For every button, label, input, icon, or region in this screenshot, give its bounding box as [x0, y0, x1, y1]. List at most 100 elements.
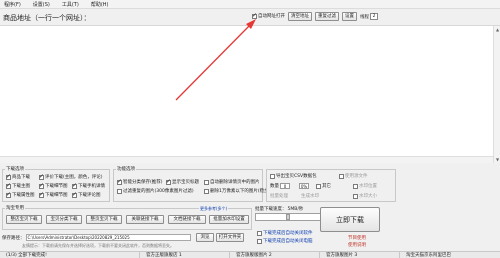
option-attribute-image[interactable]: 下载属性图 [6, 191, 35, 198]
slider-thumb[interactable] [286, 214, 290, 220]
option-checkbox[interactable] [39, 191, 44, 198]
batch-watermark-row: 批量处理 生成水印 [270, 193, 319, 199]
use-source-checkbox[interactable]: 使用源文件 [339, 173, 368, 179]
auto-close-software-checkbox[interactable]: 下载完成后自动关闭软件 [257, 230, 313, 236]
scroll-down-icon[interactable]: ▼ [495, 157, 500, 162]
func-delete-detail-images[interactable]: 自动删除详情页中的图片 [204, 179, 260, 185]
start-download-button[interactable]: 立即下载 [320, 207, 380, 232]
instructions-link[interactable]: 使用说明 [348, 242, 366, 248]
remove-duplicate-button[interactable]: 重复过滤 [315, 12, 339, 21]
menu-settings[interactable]: 设置(S) [33, 1, 50, 8]
batch-process-label: 批量处理 [270, 194, 288, 199]
func-checkbox[interactable] [117, 188, 122, 194]
percent-input[interactable]: 0% [299, 183, 309, 189]
shop-download-button[interactable]: 整店宝贝下载 [6, 215, 42, 224]
option-checkbox[interactable] [6, 182, 11, 189]
export-options-panel: 导出宝贝CSV数据包 使用源文件 数量 0 0% 其它 批量处理 生成水印 水印… [266, 169, 396, 202]
status-link-2[interactable]: 官方旗舰版图片 2 [230, 252, 320, 258]
func-filter-duplicates[interactable]: 过滤重复的图片(300像素图片过滤) [117, 188, 194, 194]
save-path-input[interactable]: C:\Users\Administrator\Desktop\20220829_… [25, 234, 191, 241]
tools-title: 淘宝专用 [5, 205, 25, 211]
more-reference-link[interactable]: 更多参考(多个) [199, 206, 229, 212]
vertical-scrollbar[interactable]: ▲ ▼ [493, 26, 500, 163]
func-checkbox[interactable] [166, 178, 171, 185]
func-label: 过滤重复的图片(300像素图片过滤) [123, 189, 194, 194]
menu-program[interactable]: 程序(F) [4, 1, 21, 8]
watermark-settings-button[interactable]: 批量加水印设置 [209, 215, 249, 224]
page-download-button[interactable]: 整页宝贝下载 [86, 215, 122, 224]
status-link-4[interactable]: 淘宝天猫京东阿里巴巴 [400, 252, 500, 258]
option-product-download[interactable]: 商品下载 [6, 173, 30, 180]
func-checkbox[interactable] [204, 179, 209, 185]
option-checkbox[interactable] [72, 191, 77, 198]
horizontal-scrollbar[interactable] [0, 156, 493, 163]
menu-tools[interactable]: 工具(T) [62, 1, 79, 8]
option-label: 下载主图 [12, 184, 30, 189]
browse-button[interactable]: 浏览 [196, 233, 214, 242]
download-options-title: 下载选项 [5, 166, 25, 172]
export-csv-checkbox[interactable]: 导出宝贝CSV数据包 [270, 173, 317, 179]
auto-close-sw-check[interactable] [257, 230, 262, 236]
func-smart-save[interactable]: 智能分类保存(推荐) [117, 178, 163, 185]
option-checkbox[interactable] [72, 182, 77, 189]
quantity-row: 数量 0 0% 其它 [270, 183, 331, 189]
func-checkbox[interactable] [204, 188, 209, 194]
function-options-panel: 功能选项 智能分类保存(推荐) 显示宝贝标题 自动删除详情页中的图片 过滤重复的… [113, 166, 279, 202]
func-show-title[interactable]: 显示宝贝标题 [166, 178, 199, 185]
option-detail-image[interactable]: 下载细节图 [39, 182, 68, 189]
option-label: 商品下载 [12, 175, 30, 180]
doc-link-download-button[interactable]: 文档链接下载 [168, 215, 206, 224]
open-folder-button[interactable]: 打开文件夹 [216, 233, 244, 242]
status-bar: (1/3) 全部下载完成! 官方正版旗舰店 1 官方旗舰版图片 2 官方旗舰图片… [0, 251, 500, 258]
option-main-image[interactable]: 下载主图 [6, 182, 30, 189]
menu-help[interactable]: 帮助(H) [91, 1, 109, 8]
threads-label: 线程 [360, 14, 369, 20]
source-checkbox[interactable] [339, 173, 344, 179]
wm-size-checkbox[interactable] [353, 193, 358, 199]
other-label: 其它 [322, 184, 331, 189]
option-checkbox[interactable] [6, 173, 11, 180]
option-detail-image-2[interactable]: 下载细节图 [39, 191, 68, 198]
batch-speed-slider[interactable] [255, 213, 325, 221]
quantity-input[interactable]: 0 [280, 183, 290, 189]
option-label: 下载评论图 [78, 193, 101, 198]
export-label: 导出宝贝CSV数据包 [276, 174, 317, 179]
option-checkbox[interactable] [39, 182, 44, 189]
option-checkbox[interactable] [6, 191, 11, 198]
link-download-button[interactable]: 关联链接下载 [126, 215, 164, 224]
option-label: 下载细节图 [45, 184, 68, 189]
save-path-label: 保存路径： [2, 235, 25, 241]
func-label: 智能分类保存(推荐) [123, 180, 163, 185]
watermark-size-checkbox[interactable]: 水印大小 [353, 193, 377, 199]
func-checkbox[interactable] [117, 178, 122, 185]
wm-pos-label: 水印位置 [359, 184, 377, 189]
category-download-button[interactable]: 宝贝分类下载 [46, 215, 82, 224]
watermark-position-checkbox[interactable]: 水印位置 [353, 183, 377, 189]
scroll-up-icon[interactable]: ▲ [495, 27, 500, 32]
source-label: 使用源文件 [345, 174, 368, 179]
auto-shutdown-checkbox[interactable]: 下载完成后自动关闭电脑 [257, 238, 313, 244]
option-review-download[interactable]: 评价下载(主图，颜色，评论) [39, 173, 103, 180]
tools-panel: 淘宝专用 更多参考(多个) 整店宝贝下载 宝贝分类下载 整页宝贝下载 关联链接下… [2, 205, 252, 230]
status-link-1[interactable]: 官方正版旗舰店 1 [140, 252, 230, 258]
clear-address-button[interactable]: 清空地址 [288, 12, 312, 21]
auto-shutdown-check[interactable] [257, 238, 262, 244]
batch-speed-label: 批量下载速度： [255, 207, 287, 212]
wm-pos-checkbox[interactable] [353, 183, 358, 189]
threads-input[interactable]: 2 [370, 13, 378, 20]
url-label: 商品地址（一行一个网址）： [3, 14, 91, 22]
option-label: 下载手机详情 [78, 184, 105, 189]
function-options-title: 功能选项 [116, 166, 136, 172]
annotation-arrow-line [175, 21, 254, 101]
batch-speed-row: 批量下载速度： 5MB/秒 [255, 206, 303, 212]
quantity-label: 数量 [270, 184, 279, 189]
tutorial-link[interactable]: 节目使用 [348, 235, 366, 241]
export-checkbox[interactable] [270, 173, 275, 179]
settings-button[interactable]: 设置 [342, 12, 357, 21]
option-checkbox[interactable] [39, 173, 44, 180]
option-review-image[interactable]: 下载评论图 [72, 191, 101, 198]
auto-open-label: 自动网址打开 [258, 14, 285, 19]
option-mobile-detail[interactable]: 下载手机详情 [72, 182, 105, 189]
status-link-3[interactable]: 官方旗舰图片 3 [320, 252, 400, 258]
other-checkbox[interactable] [316, 183, 321, 189]
